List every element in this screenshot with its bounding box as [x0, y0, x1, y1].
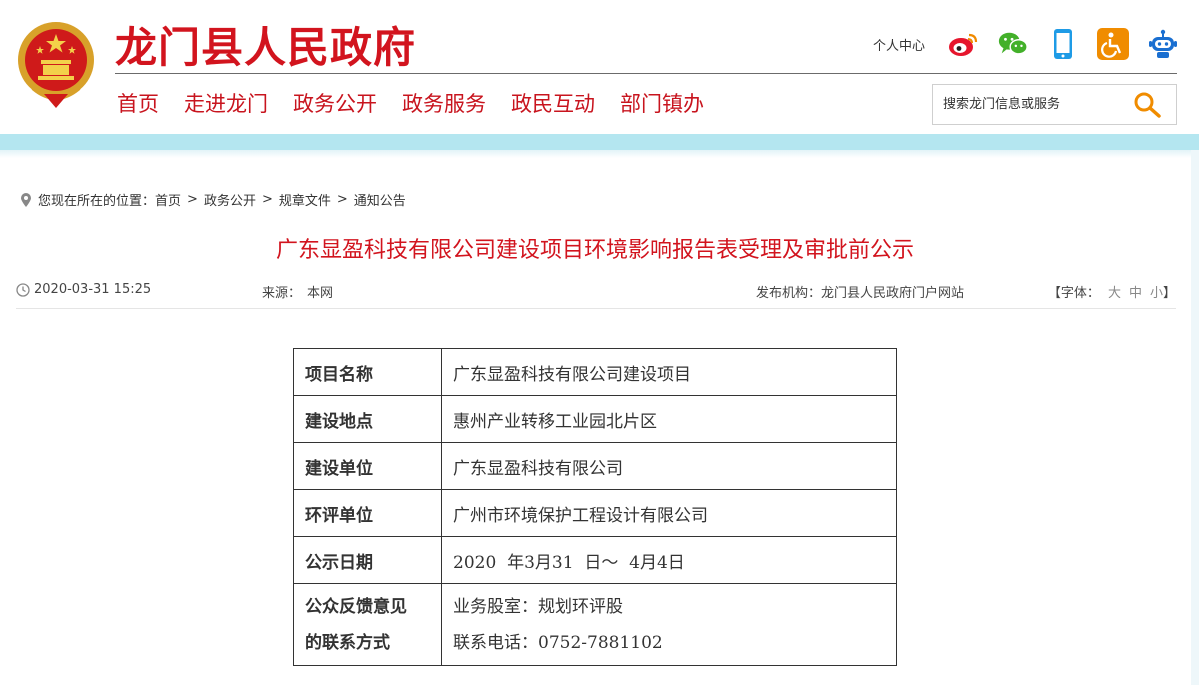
row-value: 广东显盈科技有限公司建设项目 [441, 348, 897, 396]
nav-item-gov-services[interactable]: 政务服务 [402, 88, 486, 118]
contact-key: 公众反馈意见 的联系方式 [293, 583, 442, 666]
location-pin-icon [21, 192, 31, 207]
national-emblem-icon [18, 22, 94, 108]
site-header: 龙门县人民政府 个人中心 首页 走进龙门 政务公开 政务服务 政民互动 部门镇办… [0, 0, 1199, 134]
row-key: 建设地点 [293, 395, 442, 443]
breadcrumb-regulations[interactable]: 规章文件 [279, 190, 331, 209]
table-row: 建设单位 广东显盈科技有限公司 [293, 442, 897, 490]
breadcrumb-prefix: 您现在所在的位置： [38, 194, 156, 209]
source-label: 来源： [262, 286, 302, 301]
article-meta: 2020-03-31 15:25 来源： 本网 发布机构：龙门县人民政府门户网站 … [16, 282, 1176, 301]
article-source: 来源： 本网 [262, 282, 333, 301]
wechat-icon[interactable] [997, 28, 1029, 60]
weibo-icon[interactable] [947, 28, 979, 60]
row-value: 广州市环境保护工程设计有限公司 [441, 489, 897, 537]
nav-item-interaction[interactable]: 政民互动 [511, 88, 595, 118]
contact-key-line1: 公众反馈意见 [305, 596, 407, 617]
search-icon[interactable] [1132, 91, 1162, 119]
nav-item-departments[interactable]: 部门镇办 [620, 88, 704, 118]
row-key: 建设单位 [293, 442, 442, 490]
font-size-close: 】 [1162, 286, 1176, 301]
row-key: 环评单位 [293, 489, 442, 537]
table-row: 公示日期 2020 年3月31 日～ 4月4日 [293, 536, 897, 584]
publish-date-text: 2020-03-31 15:25 [34, 282, 152, 297]
site-title[interactable]: 龙门县人民政府 [115, 14, 416, 75]
contact-value: 业务股室：规划环评股 联系电话：0752-7881102 [441, 583, 897, 666]
main-nav: 首页 走进龙门 政务公开 政务服务 政民互动 部门镇办 [117, 88, 729, 118]
robot-icon[interactable] [1147, 28, 1179, 60]
breadcrumb: 您现在所在的位置： 首页 > 政务公开 > 规章文件 > 通知公告 [20, 190, 406, 209]
accessibility-icon[interactable] [1097, 28, 1129, 60]
personal-center-link[interactable]: 个人中心 [873, 35, 925, 54]
band-shadow [0, 150, 1199, 158]
header-divider [115, 73, 1177, 74]
search-box [932, 84, 1177, 125]
project-info-table: 项目名称 广东显盈科技有限公司建设项目 建设地点 惠州产业转移工业园北片区 建设… [293, 348, 897, 666]
font-size-large[interactable]: 大 [1108, 286, 1121, 301]
breadcrumb-home[interactable]: 首页 [155, 190, 181, 209]
right-edge-band [1191, 150, 1199, 685]
breadcrumb-notices[interactable]: 通知公告 [354, 190, 406, 209]
breadcrumb-separator: > [336, 192, 348, 207]
table-row-contact: 公众反馈意见 的联系方式 业务股室：规划环评股 联系电话：0752-788110… [293, 583, 897, 666]
font-size-small[interactable]: 小 [1150, 286, 1163, 301]
source-value: 本网 [307, 286, 334, 301]
nav-item-home[interactable]: 首页 [117, 88, 159, 118]
top-toolbar: 个人中心 [873, 24, 1179, 64]
contact-key-line2: 的联系方式 [305, 632, 390, 653]
article-publisher: 发布机构：龙门县人民政府门户网站 [756, 282, 964, 301]
nav-item-gov-disclosure[interactable]: 政务公开 [293, 88, 377, 118]
font-size-switcher: 【字体： 大中小】 [1048, 282, 1176, 301]
row-value: 广东显盈科技有限公司 [441, 442, 897, 490]
nav-item-about-longmen[interactable]: 走进龙门 [184, 88, 268, 118]
publish-date: 2020-03-31 15:25 [16, 282, 151, 297]
publisher-label: 发布机构： [756, 286, 822, 301]
article-title: 广东显盈科技有限公司建设项目环境影响报告表受理及审批前公示 [275, 238, 914, 263]
row-value: 惠州产业转移工业园北片区 [441, 395, 897, 443]
clock-icon [16, 282, 30, 297]
breadcrumb-gov-disclosure[interactable]: 政务公开 [204, 190, 256, 209]
font-size-medium[interactable]: 中 [1129, 286, 1142, 301]
table-row: 项目名称 广东显盈科技有限公司建设项目 [293, 348, 897, 396]
publisher-value: 龙门县人民政府门户网站 [821, 286, 965, 301]
search-input[interactable] [943, 85, 1123, 124]
table-row: 建设地点 惠州产业转移工业园北片区 [293, 395, 897, 443]
meta-divider [16, 308, 1176, 309]
contact-dept: 业务股室：规划环评股 [453, 596, 623, 617]
breadcrumb-separator: > [187, 192, 198, 207]
breadcrumb-separator: > [261, 192, 273, 207]
mobile-icon[interactable] [1047, 28, 1079, 60]
contact-phone: 联系电话：0752-7881102 [453, 632, 663, 653]
table-row: 环评单位 广州市环境保护工程设计有限公司 [293, 489, 897, 537]
row-value: 2020 年3月31 日～ 4月4日 [441, 536, 897, 584]
header-band [0, 134, 1199, 150]
font-size-label: 【字体： [1047, 286, 1100, 301]
row-key: 公示日期 [293, 536, 442, 584]
row-key: 项目名称 [293, 348, 442, 396]
